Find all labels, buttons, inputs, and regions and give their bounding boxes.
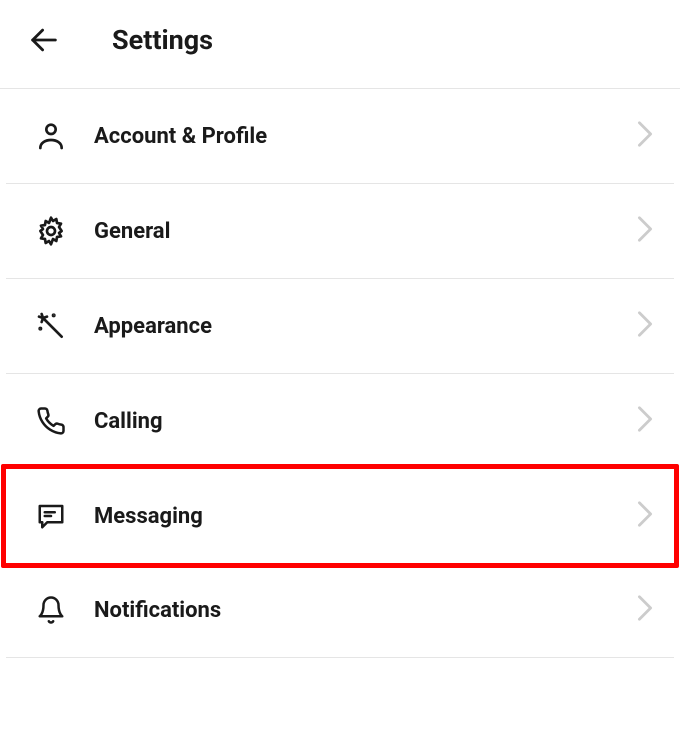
chevron-right-icon [636,500,654,532]
settings-item-label: General [94,219,636,244]
message-icon [34,499,68,533]
settings-item-label: Notifications [94,598,636,623]
settings-item-appearance[interactable]: Appearance [6,279,674,374]
chevron-right-icon [636,405,654,437]
settings-item-messaging[interactable]: Messaging [1,464,679,568]
wand-icon [34,309,68,343]
settings-item-label: Appearance [94,314,636,339]
settings-item-notifications[interactable]: Notifications [6,563,674,658]
bell-icon [34,593,68,627]
settings-item-general[interactable]: General [6,184,674,279]
settings-item-calling[interactable]: Calling [6,374,674,469]
phone-icon [34,404,68,438]
back-button[interactable] [24,20,64,60]
settings-item-label: Calling [94,409,636,434]
chevron-right-icon [636,310,654,342]
settings-list: Account & Profile General [0,89,680,658]
settings-item-label: Messaging [94,504,636,529]
page-title: Settings [112,24,213,56]
settings-item-account-profile[interactable]: Account & Profile [6,89,674,184]
back-arrow-icon [27,23,61,57]
gear-icon [34,214,68,248]
header: Settings [0,0,680,89]
person-icon [34,119,68,153]
chevron-right-icon [636,120,654,152]
settings-item-label: Account & Profile [94,124,636,149]
chevron-right-icon [636,594,654,626]
chevron-right-icon [636,215,654,247]
